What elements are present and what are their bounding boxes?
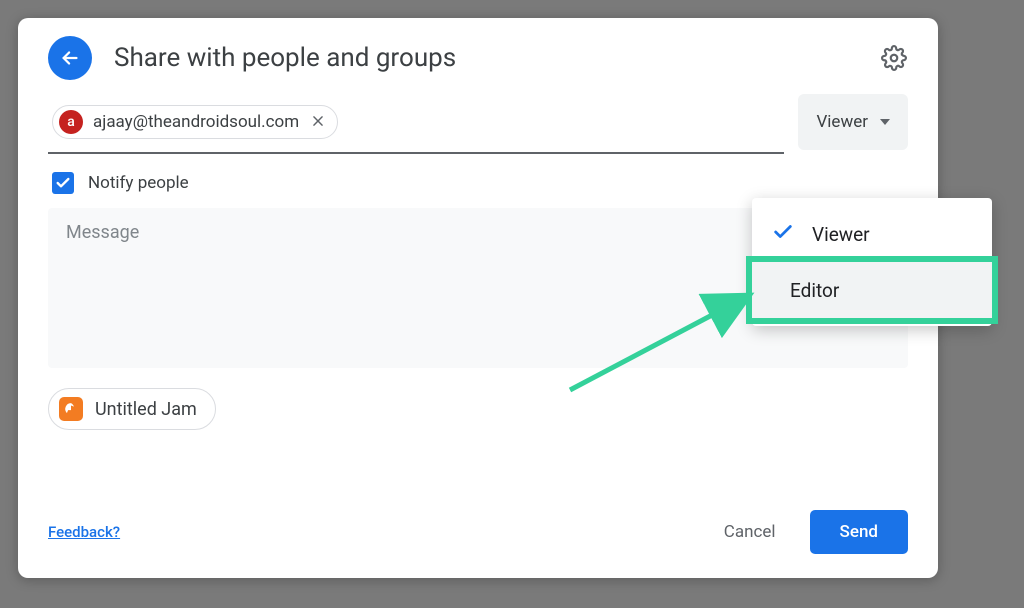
role-option-viewer[interactable]: Viewer [752,206,992,262]
notify-label: Notify people [88,173,189,193]
recipients-input[interactable]: a ajaay@theandroidsoul.com [48,94,784,154]
settings-button[interactable] [880,44,908,72]
recipient-chip[interactable]: a ajaay@theandroidsoul.com [52,105,338,139]
gear-icon [881,45,907,71]
arrow-left-icon [59,47,81,69]
role-current-label: Viewer [816,112,868,132]
back-button[interactable] [48,36,92,80]
jamboard-icon [59,397,83,421]
dialog-footer: Feedback? Cancel Send [18,492,938,578]
attachment-name: Untitled Jam [95,399,197,420]
feedback-link[interactable]: Feedback? [48,523,120,541]
remove-recipient-button[interactable] [309,112,327,133]
dialog-header: Share with people and groups [18,18,938,94]
role-option-label: Editor [790,279,839,302]
message-placeholder: Message [66,222,139,243]
notify-checkbox[interactable] [52,172,74,194]
attachment-row: Untitled Jam [18,368,938,430]
recipient-email: ajaay@theandroidsoul.com [93,112,299,132]
recipients-row: a ajaay@theandroidsoul.com Viewer [18,94,938,154]
selected-check-icon [772,221,794,248]
role-option-editor[interactable]: Editor [752,262,992,318]
notify-row: Notify people [18,154,938,204]
dialog-title: Share with people and groups [114,43,880,73]
close-icon [311,114,325,128]
role-dropdown-menu: Viewer Editor [752,198,992,326]
role-dropdown-button[interactable]: Viewer [798,94,908,150]
chevron-down-icon [880,119,890,125]
role-option-label: Viewer [812,223,870,246]
check-icon [55,175,71,191]
send-button[interactable]: Send [810,510,908,554]
attachment-chip[interactable]: Untitled Jam [48,388,216,430]
cancel-button[interactable]: Cancel [702,512,798,552]
avatar: a [59,110,83,134]
